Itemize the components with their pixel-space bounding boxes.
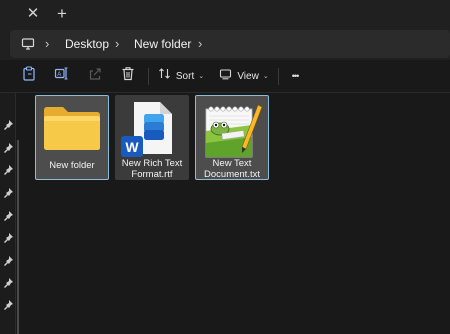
file-name-line: Format.rtf [131,169,173,180]
share-button[interactable] [84,64,106,88]
sort-label: Sort [175,70,195,82]
toolbar-divider [278,68,279,85]
pin-icon [2,163,14,175]
file-name-line: Document.txt [204,169,260,180]
share-icon [88,67,102,86]
breadcrumb[interactable]: › Desktop › New folder › [10,30,450,58]
breadcrumb-new-folder[interactable]: New folder [134,30,191,58]
this-pc-icon[interactable] [21,37,35,51]
pin-icon [2,231,14,243]
pin-icon [2,141,14,153]
delete-icon [121,66,135,86]
sort-button[interactable]: Sort ⌄ [156,64,206,88]
file-item-rtf[interactable]: W New Rich Text Format.rtf [115,95,189,180]
close-tab-button[interactable]: ✕ [24,4,42,24]
file-item-new-folder[interactable]: New folder [35,95,109,180]
new-tab-button[interactable]: + [52,3,72,25]
sort-icon [158,67,171,85]
more-icon: ••• [291,71,300,81]
paste-icon [22,66,36,86]
breadcrumb-desktop[interactable]: Desktop [65,30,109,58]
svg-text:W: W [125,139,139,155]
file-item-txt[interactable]: New Text Document.txt [195,95,269,180]
file-name-label: New Text Document.txt [196,158,268,180]
chevron-right-icon[interactable]: › [45,30,49,58]
file-list: New folder W New Rich Text Format.rtf Ne… [20,93,450,334]
address-bar: › Desktop › New folder › [0,28,450,60]
paste-button[interactable] [18,64,40,88]
file-name-label: New folder [49,160,95,171]
pin-icon [2,118,14,130]
chevron-right-icon[interactable]: › [115,30,119,58]
nav-pane-divider[interactable] [15,93,16,334]
pin-icon [2,186,14,198]
folder-icon [42,104,102,152]
view-button[interactable]: View ⌄ [218,64,270,88]
more-options-button[interactable]: ••• [283,64,307,88]
chevron-down-icon: ⌄ [262,73,269,80]
file-name-line: New Text [212,158,252,169]
pin-icon [2,254,14,266]
word-document-icon: W [120,100,180,158]
delete-button[interactable] [117,64,139,88]
file-name-line: New Rich Text [121,158,183,169]
view-label: View [237,70,259,82]
view-icon [219,67,232,85]
toolbar-divider [148,68,149,85]
svg-text:A: A [57,72,61,78]
rename-button[interactable]: A [50,64,72,88]
nav-scrollbar[interactable] [17,140,19,334]
pin-icon [2,209,14,221]
command-bar: A Sort ⌄ View ⌄ ••• [0,60,450,93]
file-name-label: New Rich Text Format.rtf [116,158,188,180]
tab-bar: ✕ + [0,0,450,28]
pin-icon [2,298,14,310]
pin-icon [2,276,14,288]
chevron-down-icon: ⌄ [198,73,205,80]
rename-icon: A [54,66,69,86]
notepad-plus-plus-icon [200,99,264,159]
chevron-right-icon[interactable]: › [198,30,202,58]
